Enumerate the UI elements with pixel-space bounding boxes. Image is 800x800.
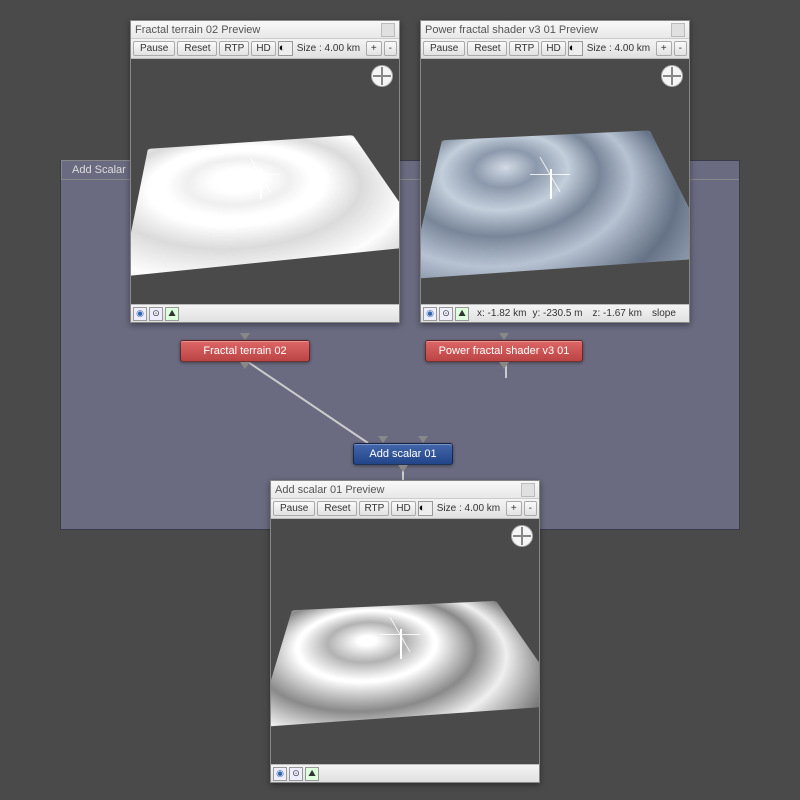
camera-gizmo <box>260 169 262 199</box>
window-title: Power fractal shader v3 01 Preview <box>425 24 598 36</box>
node-label: Fractal terrain 02 <box>203 345 286 357</box>
preview-toolbar: Pause Reset RTP HD ◐ Size : 4.00 km + - <box>421 39 689 59</box>
node-fractal-terrain[interactable]: Fractal terrain 02 <box>180 340 310 362</box>
camera-gizmo <box>400 629 402 659</box>
size-label: Size : 4.00 km <box>297 43 364 54</box>
preview-window-fractal-terrain[interactable]: Fractal terrain 02 Preview Pause Reset R… <box>130 20 400 323</box>
reset-button[interactable]: Reset <box>177 41 217 56</box>
node-label: Add scalar 01 <box>369 448 436 460</box>
window-titlebar[interactable]: Add scalar 01 Preview <box>271 481 539 499</box>
compass-icon[interactable] <box>511 525 533 547</box>
size-minus-button[interactable]: - <box>674 41 687 56</box>
reset-button[interactable]: Reset <box>467 41 507 56</box>
eye-icon[interactable]: ◉ <box>133 307 147 321</box>
preview-viewport[interactable] <box>131 59 399 304</box>
preview-window-add-scalar[interactable]: Add scalar 01 Preview Pause Reset RTP HD… <box>270 480 540 783</box>
toggle-icon[interactable]: ◐ <box>278 41 293 56</box>
close-icon[interactable] <box>671 23 685 37</box>
window-title: Add scalar 01 Preview <box>275 484 384 496</box>
terrain-icon[interactable]: ⛰ <box>165 307 179 321</box>
hd-button[interactable]: HD <box>541 41 565 56</box>
preview-window-power-fractal[interactable]: Power fractal shader v3 01 Preview Pause… <box>420 20 690 323</box>
toggle-icon[interactable]: ◐ <box>568 41 583 56</box>
terrain-icon[interactable]: ⛰ <box>305 767 319 781</box>
size-label: Size : 4.00 km <box>437 503 504 514</box>
slope-label: slope <box>652 308 676 319</box>
pause-button[interactable]: Pause <box>133 41 175 56</box>
terrain-icon[interactable]: ⛰ <box>455 307 469 321</box>
pause-button[interactable]: Pause <box>423 41 465 56</box>
rtp-button[interactable]: RTP <box>359 501 389 516</box>
camera-gizmo <box>550 169 552 199</box>
terrain-mesh <box>131 135 399 276</box>
window-titlebar[interactable]: Fractal terrain 02 Preview <box>131 21 399 39</box>
rtp-button[interactable]: RTP <box>219 41 249 56</box>
coord-z: z: -1.67 km <box>593 308 642 319</box>
preview-statusbar: ◉ ⊙ ⛰ <box>131 304 399 322</box>
eye-icon[interactable]: ◉ <box>273 767 287 781</box>
target-icon[interactable]: ⊙ <box>289 767 303 781</box>
pause-button[interactable]: Pause <box>273 501 315 516</box>
size-plus-button[interactable]: + <box>656 41 672 56</box>
size-minus-button[interactable]: - <box>384 41 397 56</box>
size-label: Size : 4.00 km <box>587 43 654 54</box>
toggle-icon[interactable]: ◐ <box>418 501 433 516</box>
terrain-mesh <box>271 601 539 727</box>
eye-icon[interactable]: ◉ <box>423 307 437 321</box>
node-power-fractal[interactable]: Power fractal shader v3 01 <box>425 340 583 362</box>
size-plus-button[interactable]: + <box>506 501 522 516</box>
preview-toolbar: Pause Reset RTP HD ◐ Size : 4.00 km + - <box>271 499 539 519</box>
preview-statusbar: ◉ ⊙ ⛰ <box>271 764 539 782</box>
terrain-mesh <box>421 130 689 279</box>
preview-toolbar: Pause Reset RTP HD ◐ Size : 4.00 km + - <box>131 39 399 59</box>
window-titlebar[interactable]: Power fractal shader v3 01 Preview <box>421 21 689 39</box>
reset-button[interactable]: Reset <box>317 501 357 516</box>
window-title: Fractal terrain 02 Preview <box>135 24 260 36</box>
compass-icon[interactable] <box>661 65 683 87</box>
hd-button[interactable]: HD <box>251 41 275 56</box>
target-icon[interactable]: ⊙ <box>149 307 163 321</box>
coord-y: y: -230.5 m <box>532 308 582 319</box>
target-icon[interactable]: ⊙ <box>439 307 453 321</box>
preview-viewport[interactable] <box>421 59 689 304</box>
size-minus-button[interactable]: - <box>524 501 537 516</box>
compass-icon[interactable] <box>371 65 393 87</box>
rtp-button[interactable]: RTP <box>509 41 539 56</box>
preview-statusbar: ◉ ⊙ ⛰ x: -1.82 km y: -230.5 m z: -1.67 k… <box>421 304 689 322</box>
close-icon[interactable] <box>521 483 535 497</box>
close-icon[interactable] <box>381 23 395 37</box>
preview-viewport[interactable] <box>271 519 539 764</box>
size-plus-button[interactable]: + <box>366 41 382 56</box>
coord-x: x: -1.82 km <box>477 308 526 319</box>
node-add-scalar[interactable]: Add scalar 01 <box>353 443 453 465</box>
tab-add-scalar[interactable]: Add Scalar <box>61 160 137 179</box>
hd-button[interactable]: HD <box>391 501 415 516</box>
node-label: Power fractal shader v3 01 <box>439 345 570 357</box>
